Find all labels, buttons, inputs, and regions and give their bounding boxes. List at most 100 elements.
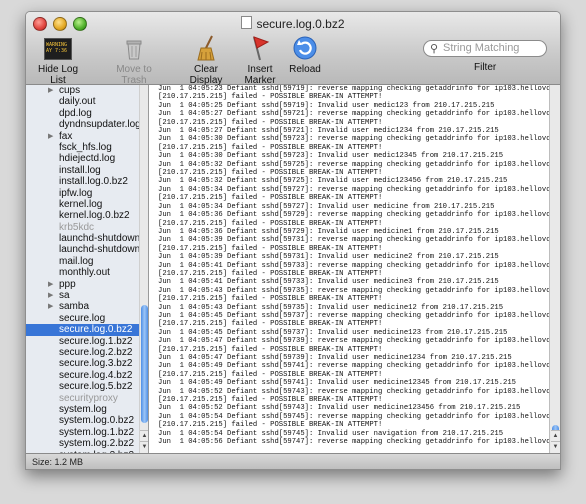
- sidebar-item[interactable]: system.log: [26, 404, 139, 415]
- sidebar-item[interactable]: dyndnsupdater.log: [26, 119, 141, 130]
- log-line: [210.17.215.215] failed - POSSIBLE BREAK…: [158, 421, 383, 430]
- window-title: secure.log.0.bz2: [26, 16, 560, 31]
- log-line: [210.17.215.215] failed - POSSIBLE BREAK…: [158, 320, 383, 329]
- sidebar-item[interactable]: launchd-shutdown.log: [26, 233, 148, 244]
- log-line: Jun 1 04:05:43 Defiant sshd[59735]: Inva…: [158, 303, 504, 312]
- sidebar-item[interactable]: monthly.out: [26, 267, 139, 278]
- log-line: Jun 1 04:05:27 Defiant sshd[59721]: Inva…: [158, 127, 499, 136]
- log-line: Jun 1 04:05:54 Defiant sshd[59745]: Inva…: [158, 429, 504, 438]
- sidebar-item[interactable]: mail.log: [26, 256, 139, 267]
- sidebar-item[interactable]: securityproxy: [26, 393, 139, 404]
- log-line: Jun 1 04:05:41 Defiant sshd[59733]: reve…: [158, 261, 549, 270]
- log-line: [210.17.215.215] failed - POSSIBLE BREAK…: [158, 295, 383, 304]
- sidebar-item[interactable]: dpd.log: [26, 108, 139, 119]
- sidebar-item[interactable]: secure.log.5.bz2: [26, 381, 139, 392]
- log-line: Jun 1 04:05:52 Defiant sshd[59743]: reve…: [158, 387, 549, 396]
- sidebar-scroll-thumb[interactable]: [141, 305, 148, 423]
- log-line: [210.17.215.215] failed - POSSIBLE BREAK…: [158, 194, 383, 203]
- log-line: Jun 1 04:05:41 Defiant sshd[59733]: Inva…: [158, 278, 499, 287]
- sidebar-item[interactable]: system.log.0.bz2: [26, 415, 139, 426]
- log-line: [210.17.215.215] failed - POSSIBLE BREAK…: [158, 143, 383, 152]
- sidebar-item[interactable]: hdiejectd.log: [26, 153, 139, 164]
- log-line: Jun 1 04:05:49 Defiant sshd[59741]: reve…: [158, 362, 549, 371]
- log-line: Jun 1 04:05:43 Defiant sshd[59735]: reve…: [158, 286, 549, 295]
- sidebar-item[interactable]: system.log.1.bz2: [26, 427, 139, 438]
- log-line: Jun 1 04:05:30 Defiant sshd[59723]: Inva…: [158, 152, 504, 161]
- log-line: Jun 1 04:05:39 Defiant sshd[59731]: reve…: [158, 236, 549, 245]
- log-line: Jun 1 04:05:39 Defiant sshd[59731]: Inva…: [158, 253, 499, 262]
- sidebar-item[interactable]: krb5kdc: [26, 222, 139, 233]
- log-line: [210.17.215.215] failed - POSSIBLE BREAK…: [158, 93, 383, 102]
- sidebar-item[interactable]: ipfw.log: [26, 188, 139, 199]
- log-line: [210.17.215.215] failed - POSSIBLE BREAK…: [158, 219, 383, 228]
- log-line: Jun 1 04:05:45 Defiant sshd[59737]: reve…: [158, 311, 549, 320]
- reload-icon: [291, 34, 319, 62]
- log-line: Jun 1 04:05:30 Defiant sshd[59723]: reve…: [158, 135, 549, 144]
- log-scroll-down-arrow[interactable]: ▼: [551, 441, 560, 453]
- scroll-down-arrow[interactable]: ▼: [140, 441, 148, 453]
- log-line: Jun 1 04:05:47 Defiant sshd[59739]: Inva…: [158, 354, 512, 362]
- sidebar-item[interactable]: secure.log.3.bz2: [26, 358, 139, 369]
- sidebar-item[interactable]: fax: [26, 131, 139, 143]
- filter-label: Filter: [474, 62, 497, 73]
- log-line: [210.17.215.215] failed - POSSIBLE BREAK…: [158, 118, 383, 127]
- reload-button[interactable]: Reload: [287, 34, 323, 75]
- log-line: Jun 1 04:05:32 Defiant sshd[59725]: reve…: [158, 160, 549, 169]
- sidebar-item[interactable]: sa: [26, 290, 139, 302]
- sidebar-item[interactable]: secure.log.0.bz2: [26, 324, 139, 336]
- log-line: Jun 1 04:05:56 Defiant sshd[59747]: reve…: [158, 438, 549, 447]
- sidebar-item[interactable]: secure.log.4.bz2: [26, 370, 139, 381]
- log-line: Jun 1 04:05:23 Defiant sshd[59719]: reve…: [158, 85, 549, 93]
- move-to-trash-button[interactable]: Move to Trash: [106, 34, 162, 86]
- log-line: [210.17.215.215] failed - POSSIBLE BREAK…: [158, 244, 383, 253]
- log-list: cupsdaily.outdpd.logdyndnsupdater.logfax…: [26, 85, 148, 453]
- sidebar-item[interactable]: system.log.2.bz2: [26, 438, 139, 449]
- insert-marker-button[interactable]: Insert Marker: [234, 34, 286, 86]
- log-line: Jun 1 04:05:36 Defiant sshd[59729]: reve…: [158, 211, 549, 220]
- sidebar-item[interactable]: kernel.log: [26, 199, 139, 210]
- log-line: [210.17.215.215] failed - POSSIBLE BREAK…: [158, 345, 383, 354]
- sidebar-item[interactable]: install.log.0.bz2: [26, 176, 139, 187]
- sidebar-item[interactable]: daily.out: [26, 96, 139, 107]
- log-line: [210.17.215.215] failed - POSSIBLE BREAK…: [158, 269, 383, 278]
- log-content[interactable]: Jun 1 04:05:23 Defiant sshd[59719]: reve…: [149, 85, 549, 453]
- log-line: Jun 1 04:05:27 Defiant sshd[59721]: reve…: [158, 110, 549, 119]
- titlebar-toolbar: secure.log.0.bz2 WARNING AY 7:36 Hide Lo…: [26, 12, 560, 86]
- log-line: Jun 1 04:05:36 Defiant sshd[59729]: Inva…: [158, 227, 499, 236]
- console-window: secure.log.0.bz2 WARNING AY 7:36 Hide Lo…: [25, 11, 561, 470]
- search-icon: ⚲: [430, 43, 439, 55]
- log-line: [210.17.215.215] failed - POSSIBLE BREAK…: [158, 396, 383, 405]
- broom-icon: [192, 34, 220, 62]
- sidebar-item[interactable]: fsck_hfs.log: [26, 142, 139, 153]
- log-line: Jun 1 04:05:47 Defiant sshd[59739]: reve…: [158, 337, 549, 346]
- hide-log-list-button[interactable]: WARNING AY 7:36 Hide Log List: [30, 34, 86, 86]
- log-line: [210.17.215.215] failed - POSSIBLE BREAK…: [158, 169, 383, 178]
- sidebar-item[interactable]: cups: [26, 85, 139, 97]
- trash-icon: [120, 34, 148, 62]
- sidebar-item[interactable]: secure.log: [26, 313, 139, 324]
- log-scrollbar[interactable]: ▲ ▼: [549, 85, 560, 453]
- sidebar-item[interactable]: secure.log.1.bz2: [26, 336, 139, 347]
- console-log-icon: WARNING AY 7:36: [44, 38, 72, 60]
- sidebar-item[interactable]: install.log: [26, 165, 139, 176]
- sidebar-item[interactable]: ppp: [26, 279, 139, 291]
- sidebar-item[interactable]: secure.log.2.bz2: [26, 347, 139, 358]
- log-line: Jun 1 04:05:45 Defiant sshd[59737]: Inva…: [158, 328, 508, 337]
- sidebar-item[interactable]: launchd-shutdown.log.1: [26, 244, 148, 255]
- log-line: Jun 1 04:05:34 Defiant sshd[59727]: reve…: [158, 185, 549, 194]
- log-line: Jun 1 04:05:34 Defiant sshd[59727]: Inva…: [158, 202, 495, 211]
- log-line: Jun 1 04:05:25 Defiant sshd[59719]: Inva…: [158, 101, 495, 110]
- log-line: Jun 1 04:05:54 Defiant sshd[59745]: reve…: [158, 412, 549, 421]
- sidebar-scrollbar[interactable]: ▲ ▼: [139, 85, 148, 453]
- clear-display-button[interactable]: Clear Display: [181, 34, 231, 86]
- log-line: Jun 1 04:05:52 Defiant sshd[59743]: Inva…: [158, 404, 521, 413]
- flag-icon: [246, 34, 274, 62]
- sidebar-item[interactable]: kernel.log.0.bz2: [26, 210, 139, 221]
- log-line: Jun 1 04:05:32 Defiant sshd[59725]: Inva…: [158, 177, 508, 186]
- log-line: Jun 1 04:05:49 Defiant sshd[59741]: Inva…: [158, 379, 516, 388]
- log-list-sidebar: cupsdaily.outdpd.logdyndnsupdater.logfax…: [26, 85, 149, 453]
- search-field[interactable]: ⚲ String Matching: [423, 40, 547, 57]
- sidebar-item[interactable]: samba: [26, 301, 139, 313]
- status-bar: Size: 1.2 MB: [26, 453, 560, 469]
- log-line: [210.17.215.215] failed - POSSIBLE BREAK…: [158, 370, 383, 379]
